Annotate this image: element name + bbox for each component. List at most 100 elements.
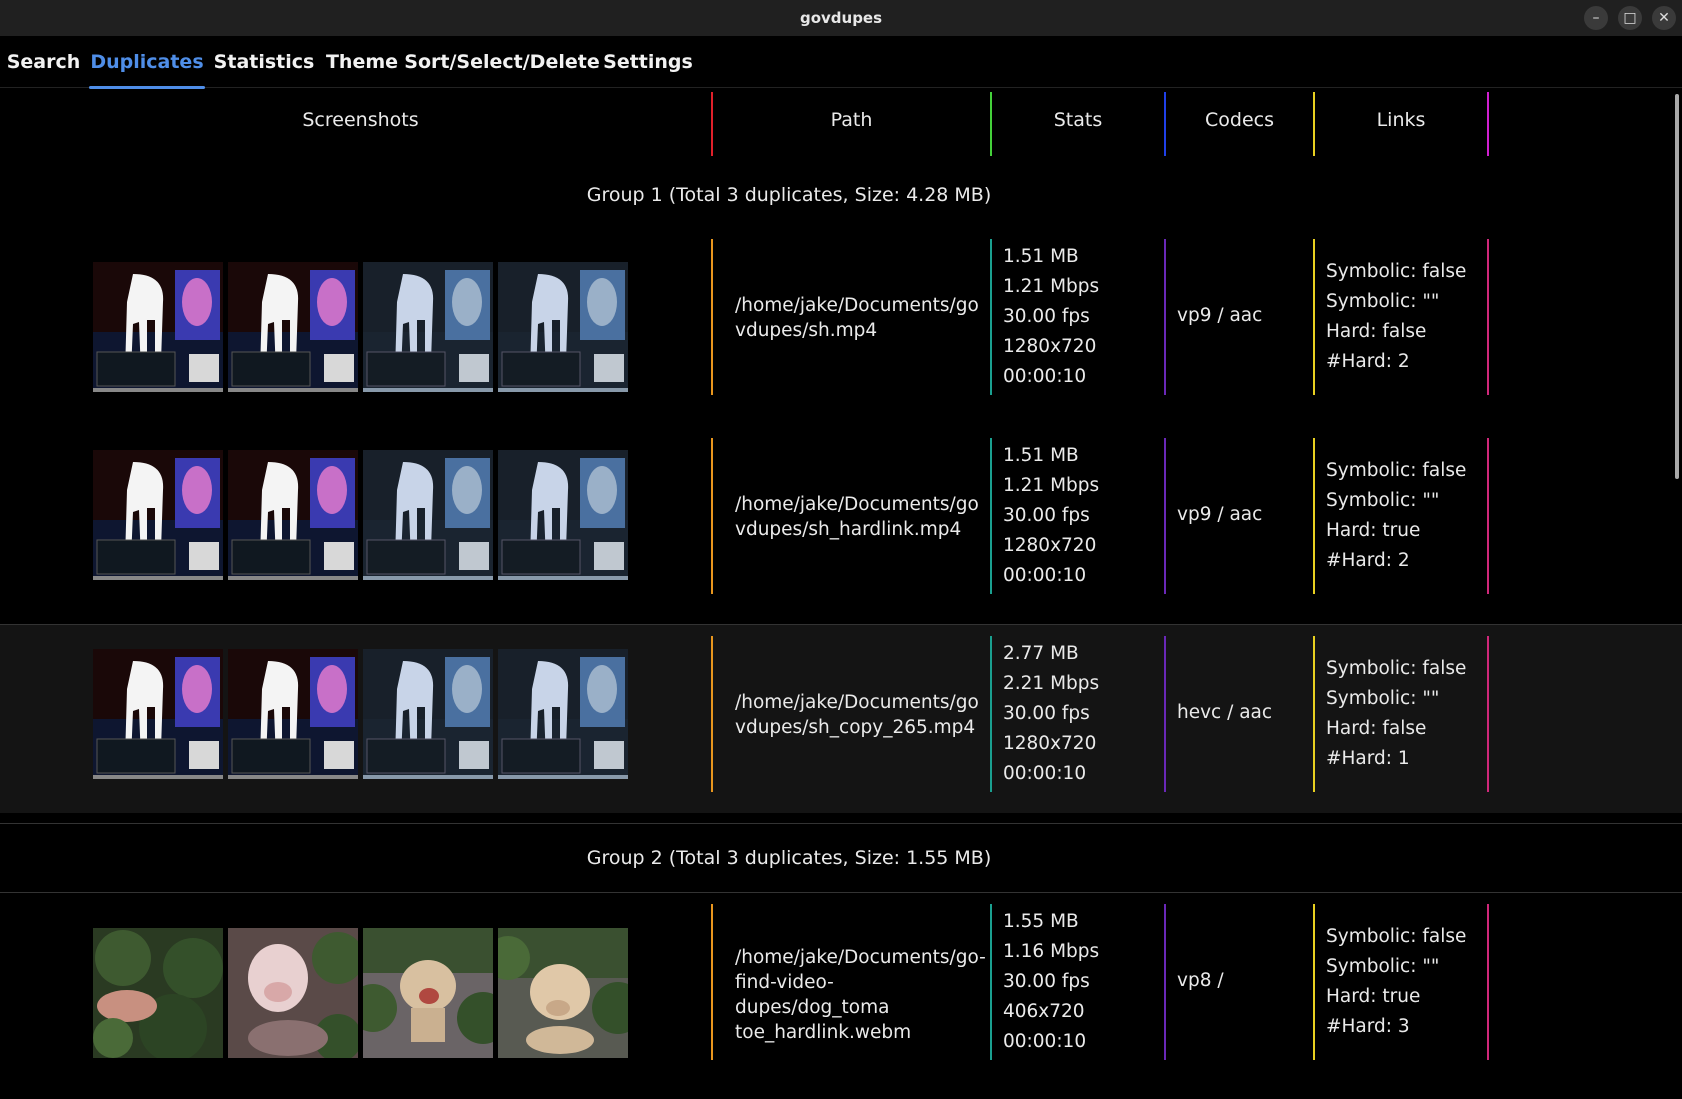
duplicate-row[interactable]: /home/jake/Documents/go vdupes/sh_hardli… xyxy=(0,438,1682,618)
file-size: 1.51 MB xyxy=(1003,445,1079,466)
column-header-screenshots[interactable]: Screenshots xyxy=(93,109,628,137)
row-divider xyxy=(1313,438,1315,594)
hard-count: #Hard: 2 xyxy=(1326,351,1410,372)
file-size: 1.51 MB xyxy=(1003,246,1079,267)
row-divider xyxy=(1164,904,1166,1060)
resolution: 1280x720 xyxy=(1003,733,1097,754)
scrollbar-thumb[interactable] xyxy=(1675,94,1679,479)
row-divider xyxy=(711,438,713,594)
column-header-path[interactable]: Path xyxy=(713,109,990,137)
duration: 00:00:10 xyxy=(1003,763,1087,784)
video-screenshot xyxy=(498,450,628,580)
link-info: Symbolic: false Symbolic: "" Hard: false… xyxy=(1326,654,1466,774)
path-line: /home/jake/Documents/go xyxy=(735,692,979,713)
tab-statistics[interactable]: Statistics xyxy=(214,36,315,88)
symbolic-target: Symbolic: "" xyxy=(1326,490,1440,511)
video-screenshot xyxy=(93,262,223,392)
column-header-codecs[interactable]: Codecs xyxy=(1166,109,1313,137)
row-divider xyxy=(711,239,713,395)
codecs: vp9 / aac xyxy=(1177,305,1263,326)
minimize-icon[interactable]: – xyxy=(1584,6,1608,30)
path-line: vdupes/sh_hardlink.mp4 xyxy=(735,519,962,540)
link-info: Symbolic: false Symbolic: "" Hard: true … xyxy=(1326,922,1466,1042)
group-title: Group 2 (Total 3 duplicates, Size: 1.55 … xyxy=(586,847,992,869)
symbolic-target: Symbolic: "" xyxy=(1326,688,1440,709)
tab-duplicates[interactable]: Duplicates xyxy=(89,36,205,89)
row-divider xyxy=(711,904,713,1060)
video-screenshot xyxy=(93,450,223,580)
file-path[interactable]: /home/jake/Documents/go vdupes/sh_copy_2… xyxy=(735,690,979,740)
link-info: Symbolic: false Symbolic: "" Hard: false… xyxy=(1326,257,1466,377)
row-divider xyxy=(1487,438,1489,594)
resolution: 1280x720 xyxy=(1003,535,1097,556)
video-screenshot xyxy=(228,649,358,779)
tab-sort-select-delete[interactable]: Sort/Select/Delete xyxy=(404,36,599,88)
framerate: 30.00 fps xyxy=(1003,306,1090,327)
screenshot-strip xyxy=(93,450,628,580)
resolution: 406x720 xyxy=(1003,1001,1085,1022)
duration: 00:00:10 xyxy=(1003,366,1087,387)
vertical-scrollbar[interactable] xyxy=(1672,89,1682,1099)
file-path[interactable]: /home/jake/Documents/go vdupes/sh_hardli… xyxy=(735,492,979,542)
row-divider xyxy=(990,904,992,1060)
bitrate: 1.21 Mbps xyxy=(1003,276,1100,297)
row-divider xyxy=(1487,636,1489,792)
video-screenshot xyxy=(93,649,223,779)
symbolic-flag: Symbolic: false xyxy=(1326,460,1467,481)
duplicate-row[interactable]: /home/jake/Documents/go vdupes/sh_copy_2… xyxy=(0,625,1682,813)
file-size: 2.77 MB xyxy=(1003,643,1079,664)
symbolic-flag: Symbolic: false xyxy=(1326,658,1467,679)
row-divider xyxy=(1313,904,1315,1060)
duplicates-panel: Screenshots Path Stats Codecs Links Grou… xyxy=(0,89,1682,1099)
screenshot-strip xyxy=(93,262,628,392)
column-header-links[interactable]: Links xyxy=(1315,109,1487,137)
row-divider xyxy=(1313,636,1315,792)
video-stats: 1.51 MB 1.21 Mbps 30.00 fps 1280x720 00:… xyxy=(1003,242,1099,392)
row-divider xyxy=(1313,239,1315,395)
video-screenshot xyxy=(363,928,493,1058)
row-divider xyxy=(990,636,992,792)
framerate: 30.00 fps xyxy=(1003,971,1090,992)
row-divider xyxy=(1164,239,1166,395)
path-line: /home/jake/Documents/go xyxy=(735,494,979,515)
video-screenshot xyxy=(498,928,628,1058)
path-line: vdupes/sh_copy_265.mp4 xyxy=(735,717,976,738)
tab-search[interactable]: Search xyxy=(6,36,81,88)
screenshot-strip xyxy=(93,649,628,779)
maximize-icon[interactable]: □ xyxy=(1618,6,1642,30)
window-title: govdupes xyxy=(799,9,883,27)
row-divider xyxy=(1164,636,1166,792)
duration: 00:00:10 xyxy=(1003,1031,1087,1052)
row-divider xyxy=(990,239,992,395)
file-path[interactable]: /home/jake/Documents/go vdupes/sh.mp4 xyxy=(735,293,979,343)
duplicate-row[interactable]: /home/jake/Documents/go vdupes/sh.mp4 1.… xyxy=(0,239,1682,419)
tab-theme[interactable]: Theme xyxy=(325,36,399,88)
video-screenshot xyxy=(228,450,358,580)
video-screenshot xyxy=(228,928,358,1058)
row-divider xyxy=(1487,904,1489,1060)
group-title: Group 1 (Total 3 duplicates, Size: 4.28 … xyxy=(586,184,992,206)
hard-count: #Hard: 1 xyxy=(1326,748,1410,769)
path-line: toe_hardlink.webm xyxy=(735,1022,912,1043)
row-divider xyxy=(1164,438,1166,594)
video-stats: 2.77 MB 2.21 Mbps 30.00 fps 1280x720 00:… xyxy=(1003,639,1099,789)
bitrate: 1.21 Mbps xyxy=(1003,475,1100,496)
symbolic-flag: Symbolic: false xyxy=(1326,261,1467,282)
hard-flag: Hard: false xyxy=(1326,321,1427,342)
framerate: 30.00 fps xyxy=(1003,703,1090,724)
row-divider xyxy=(1487,239,1489,395)
screenshot-strip xyxy=(93,928,628,1058)
video-screenshot xyxy=(93,928,223,1058)
column-divider[interactable] xyxy=(1487,92,1489,156)
resolution: 1280x720 xyxy=(1003,336,1097,357)
path-line: find-video-dupes/dog_toma xyxy=(735,972,890,1018)
hard-flag: Hard: true xyxy=(1326,520,1421,541)
duplicate-row[interactable]: /home/jake/Documents/go- find-video-dupe… xyxy=(0,893,1682,1099)
video-screenshot xyxy=(228,262,358,392)
file-path[interactable]: /home/jake/Documents/go- find-video-dupe… xyxy=(735,945,986,1045)
close-icon[interactable]: ✕ xyxy=(1652,6,1676,30)
tab-settings[interactable]: Settings xyxy=(603,36,693,88)
symbolic-target: Symbolic: "" xyxy=(1326,291,1440,312)
file-size: 1.55 MB xyxy=(1003,911,1079,932)
column-header-stats[interactable]: Stats xyxy=(992,109,1164,137)
